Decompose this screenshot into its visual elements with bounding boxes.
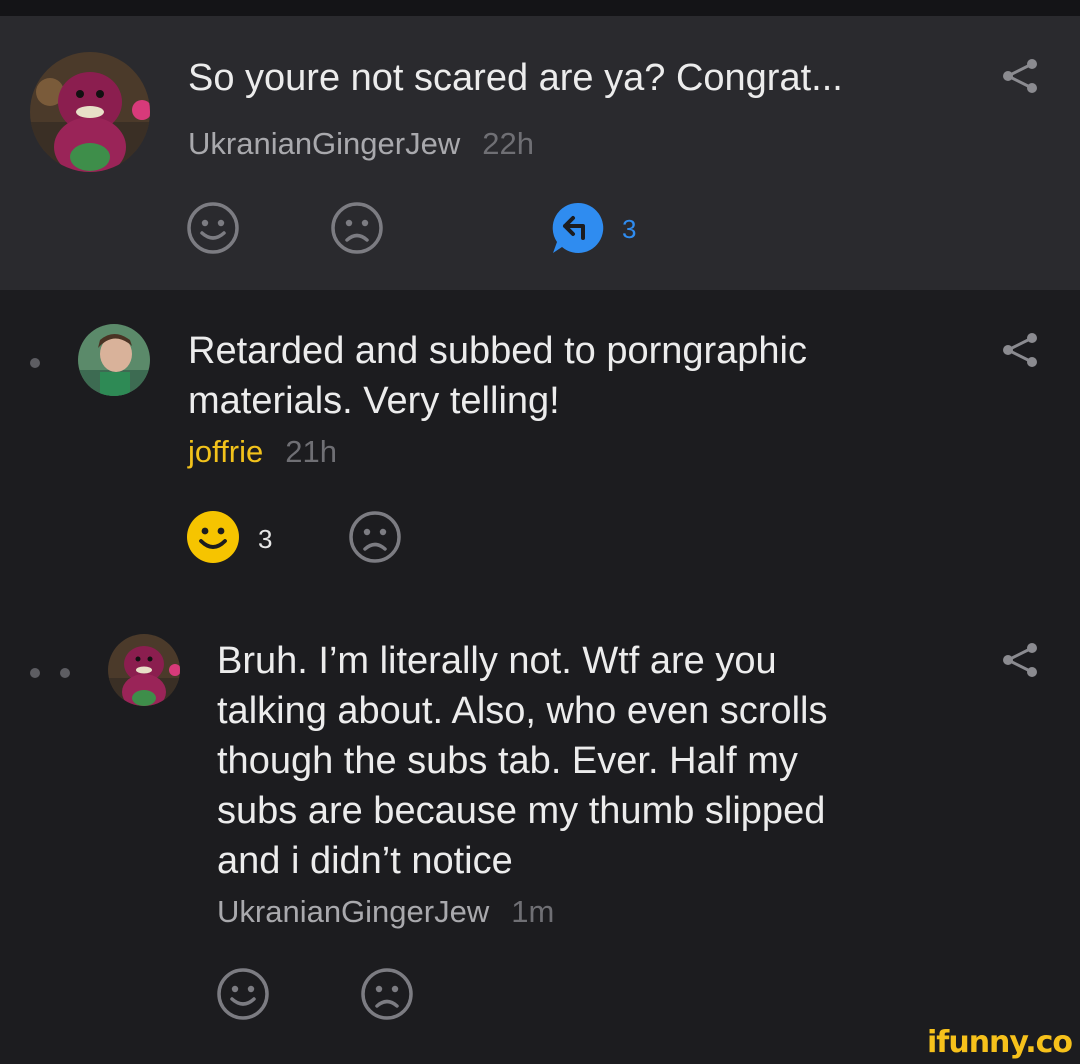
reply-icon[interactable]: [550, 200, 606, 256]
comment-text: So youre not scared are ya? Congrat...: [188, 57, 843, 99]
comment-time: 21h: [285, 434, 337, 469]
share-icon[interactable]: [1000, 330, 1040, 370]
smile-count: 3: [258, 524, 273, 554]
top-strip: [0, 0, 1080, 16]
comment-text-line: talking about. Also, who even scrolls: [217, 690, 828, 732]
comment-text-line: materials. Very telling!: [188, 380, 560, 422]
comment-meta: joffrie 21h: [188, 432, 337, 472]
thread-depth-dot: [30, 358, 40, 368]
frown-icon[interactable]: [348, 510, 402, 564]
comment-text-line: subs are because my thumb slipped: [217, 790, 826, 832]
reply-count: 3: [622, 214, 637, 244]
smile-icon[interactable]: [186, 201, 240, 255]
comment-text-line: Retarded and subbed to porngraphic: [188, 330, 808, 372]
share-icon[interactable]: [1000, 640, 1040, 680]
comment-author[interactable]: joffrie: [188, 434, 263, 469]
thread-depth-dot: [60, 668, 70, 678]
avatar[interactable]: [78, 324, 150, 396]
avatar[interactable]: [108, 634, 180, 706]
comment-author[interactable]: UkranianGingerJew: [217, 894, 489, 929]
ifunny-watermark: ifunny.co: [927, 1025, 1073, 1060]
comment-text-line: Bruh. I’m literally not. Wtf are you: [217, 640, 777, 682]
comment-time: 22h: [482, 126, 534, 161]
comment-author[interactable]: UkranianGingerJew: [188, 126, 460, 161]
comment-time: 1m: [511, 894, 555, 929]
comment-text-line: though the subs tab. Ever. Half my: [217, 740, 798, 782]
smile-icon[interactable]: [186, 510, 240, 564]
comment-meta: UkranianGingerJew 22h: [188, 124, 534, 164]
frown-icon[interactable]: [360, 967, 414, 1021]
avatar[interactable]: [30, 52, 150, 172]
comment-text-line: and i didn’t notice: [217, 840, 513, 882]
smile-icon[interactable]: [216, 967, 270, 1021]
share-icon[interactable]: [1000, 56, 1040, 96]
comment-meta: UkranianGingerJew 1m: [217, 892, 554, 932]
frown-icon[interactable]: [330, 201, 384, 255]
thread-depth-dot: [30, 668, 40, 678]
